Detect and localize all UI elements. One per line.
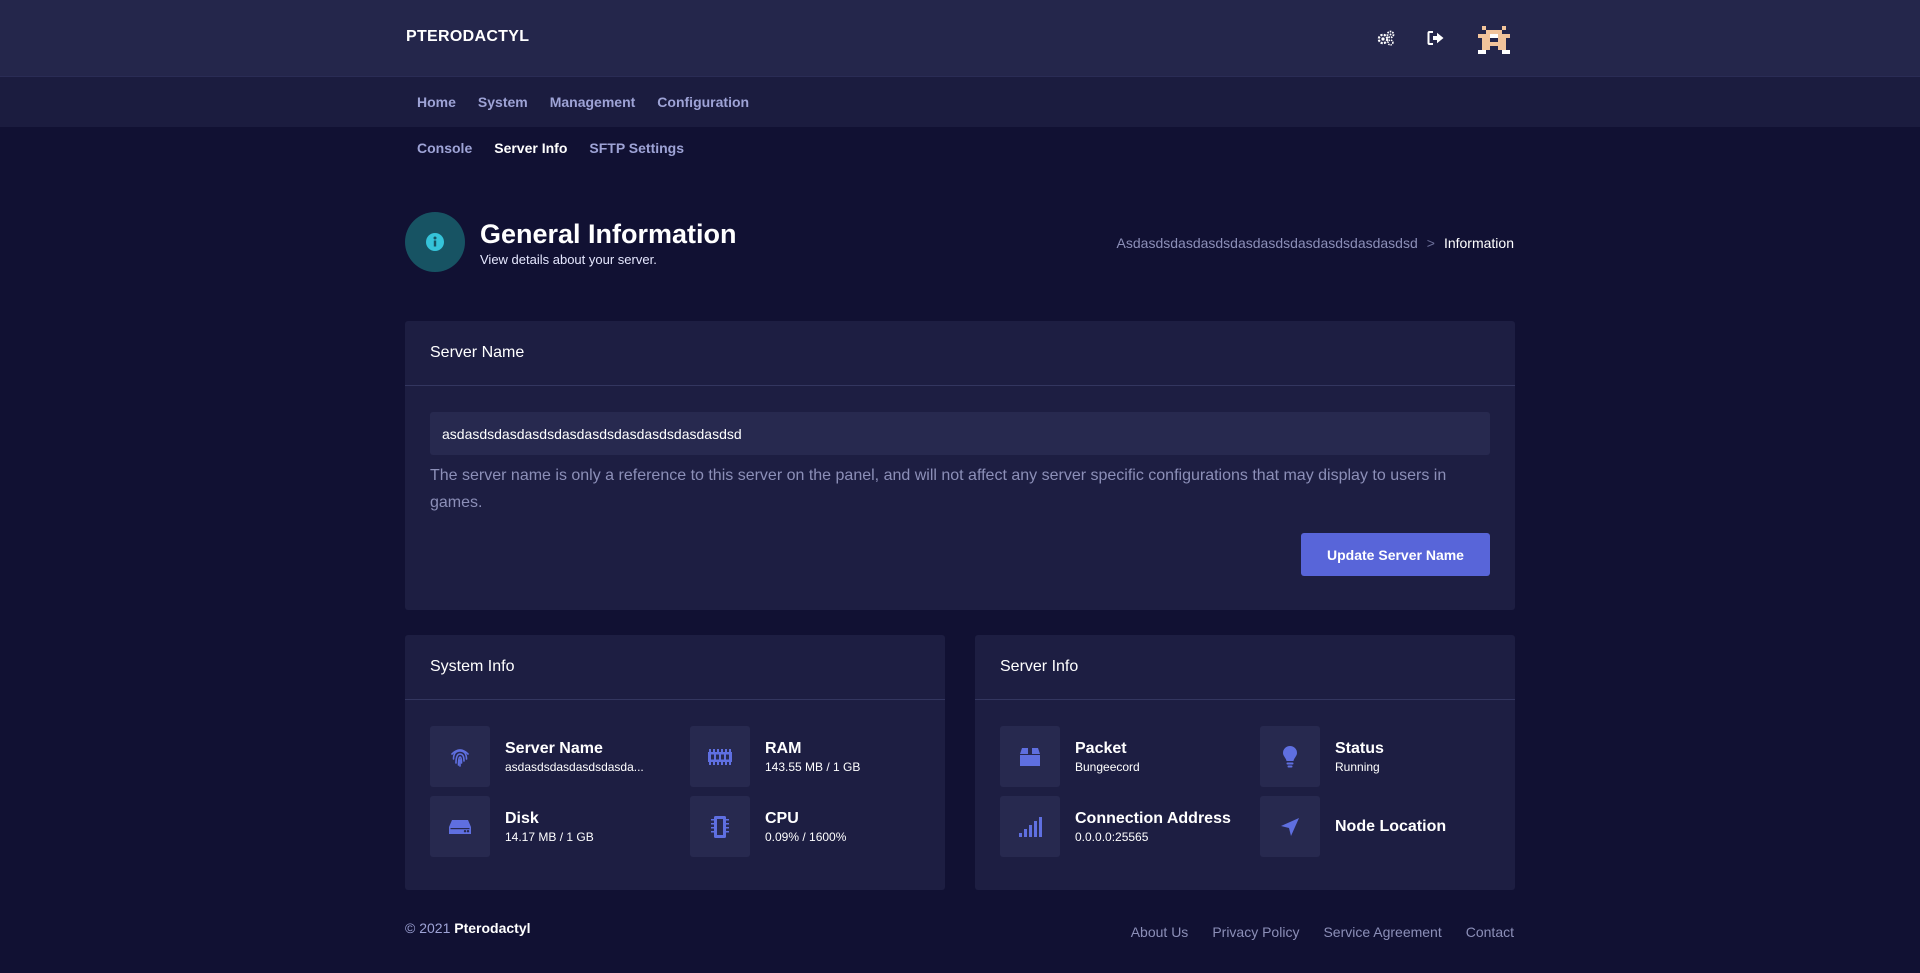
tab-server-info[interactable]: Server Info [494, 140, 567, 156]
admin-gears-icon[interactable] [1374, 26, 1398, 50]
update-server-name-button[interactable]: Update Server Name [1301, 533, 1490, 576]
nav-management[interactable]: Management [550, 94, 636, 110]
breadcrumb: Asdasdsdasdasdsdasdasdsdasdasdsdasdasdsd… [1117, 235, 1514, 251]
stat-status: Status Running [1260, 726, 1384, 787]
hdd-icon [430, 796, 490, 857]
page-header: General Information View details about y… [405, 212, 737, 272]
server-name-input[interactable] [430, 412, 1490, 455]
breadcrumb-server[interactable]: Asdasdsdasdasdsdasdasdsdasdasdsdasdasdsd [1117, 235, 1418, 251]
location-arrow-icon [1260, 796, 1320, 857]
page-title: General Information [480, 218, 737, 249]
brand-logo[interactable]: PTERODACTYL [406, 28, 529, 46]
stat-connection-address: Connection Address 0.0.0.0:25565 [1000, 796, 1231, 857]
nav-configuration[interactable]: Configuration [657, 94, 749, 110]
logout-icon[interactable] [1424, 26, 1448, 50]
breadcrumb-current: Information [1443, 235, 1514, 251]
stat-disk: Disk 14.17 MB / 1 GB [430, 796, 594, 857]
stat-cpu: CPU 0.09% / 1600% [690, 796, 846, 857]
stat-label: Node Location [1335, 817, 1447, 835]
stat-value: Running [1335, 759, 1380, 774]
microchip-icon [690, 796, 750, 857]
header-icon-circle [405, 212, 465, 272]
breadcrumb-separator: > [1426, 235, 1435, 251]
server-name-card: Server Name The server name is only a re… [405, 321, 1515, 610]
stat-value: 0.0.0.0:25565 [1075, 829, 1149, 844]
copyright-brand: Pterodactyl [454, 920, 531, 936]
stat-value: 143.55 MB / 1 GB [765, 759, 861, 774]
stat-node-location: Node Location [1260, 796, 1446, 857]
info-icon [426, 233, 444, 251]
page-subtitle: View details about your server. [480, 251, 657, 267]
copyright-prefix: © 2021 [405, 920, 451, 936]
box-icon [1000, 726, 1060, 787]
server-subnav: Console Server Info SFTP Settings [406, 140, 695, 156]
stat-server-name: Server Name asdasdsdasdasdsdasda... [430, 726, 644, 787]
signal-icon [1000, 796, 1060, 857]
footer-copyright: © 2021 Pterodactyl [405, 920, 531, 936]
top-bar: PTERODACTYL [0, 0, 1920, 76]
stat-label: Status [1335, 739, 1384, 757]
memory-icon [690, 726, 750, 787]
nav-system[interactable]: System [478, 94, 528, 110]
stat-label: Packet [1075, 739, 1127, 757]
avatar[interactable] [1478, 22, 1510, 54]
stat-label: RAM [765, 739, 802, 757]
fingerprint-icon [430, 726, 490, 787]
main-nav: Home System Management Configuration [0, 76, 1920, 127]
stat-ram: RAM 143.55 MB / 1 GB [690, 726, 860, 787]
stat-value: 0.09% / 1600% [765, 829, 847, 844]
card-title: Server Info [975, 635, 1515, 700]
system-info-card: System Info Server Name asdasdsdasdasdsd… [405, 635, 945, 890]
card-title: System Info [405, 635, 945, 700]
server-info-card: Server Info Packet Bungeecord Status Run… [975, 635, 1515, 890]
stat-value: Bungeecord [1075, 759, 1140, 774]
footer-link-contact[interactable]: Contact [1466, 924, 1514, 940]
tab-console[interactable]: Console [417, 140, 472, 156]
stat-packet: Packet Bungeecord [1000, 726, 1140, 787]
server-name-help: The server name is only a reference to t… [430, 467, 1447, 511]
footer-link-about-us[interactable]: About Us [1131, 924, 1189, 940]
stat-label: Disk [505, 809, 539, 827]
card-title: Server Name [405, 321, 1515, 386]
nav-home[interactable]: Home [417, 94, 456, 110]
stat-value: asdasdsdasdasdsdasda... [505, 759, 644, 774]
tab-sftp-settings[interactable]: SFTP Settings [589, 140, 684, 156]
stat-label: Connection Address [1075, 809, 1231, 827]
stat-label: CPU [765, 809, 799, 827]
stat-value: 14.17 MB / 1 GB [505, 829, 594, 844]
footer-link-service-agreement[interactable]: Service Agreement [1323, 924, 1441, 940]
footer-link-privacy-policy[interactable]: Privacy Policy [1212, 924, 1299, 940]
top-icons [1374, 22, 1510, 54]
stat-label: Server Name [505, 739, 603, 757]
lightbulb-icon [1260, 726, 1320, 787]
footer-links: About Us Privacy Policy Service Agreemen… [1107, 924, 1514, 940]
